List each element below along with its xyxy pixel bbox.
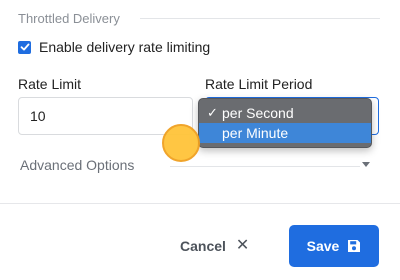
save-label: Save <box>306 238 340 254</box>
advanced-options-label: Advanced Options <box>20 157 135 173</box>
rate-limit-period-dropdown: ✓ per Second per Minute <box>198 98 372 148</box>
check-icon <box>20 43 29 51</box>
dropdown-option-per-minute[interactable]: per Minute <box>199 123 371 143</box>
rate-limiting-checkbox-row[interactable]: Enable delivery rate limiting <box>18 39 210 55</box>
advanced-options-divider <box>170 166 360 167</box>
dropdown-option-label: per Second <box>222 105 294 121</box>
cancel-label: Cancel <box>180 238 226 254</box>
rate-limiting-checkbox[interactable] <box>18 40 31 54</box>
floppy-disk-icon <box>347 239 361 253</box>
dropdown-option-label: per Minute <box>222 125 289 141</box>
close-icon: ✕ <box>235 237 250 254</box>
chevron-down-icon <box>362 162 370 167</box>
rate-limit-label: Rate Limit <box>18 76 82 92</box>
section-divider <box>140 18 380 19</box>
checkmark-icon: ✓ <box>207 105 218 120</box>
advanced-options-toggle[interactable]: Advanced Options <box>18 156 374 176</box>
save-button[interactable]: Save <box>289 225 379 267</box>
footer-divider <box>0 203 400 204</box>
throttled-delivery-panel: Throttled Delivery Enable delivery rate … <box>0 0 400 280</box>
section-title: Throttled Delivery <box>18 11 120 26</box>
rate-limit-period-label: Rate Limit Period <box>205 76 313 92</box>
cancel-button[interactable]: Cancel ✕ <box>180 235 249 257</box>
dropdown-option-per-second[interactable]: ✓ per Second <box>199 103 371 123</box>
rate-limiting-checkbox-label: Enable delivery rate limiting <box>39 39 211 55</box>
